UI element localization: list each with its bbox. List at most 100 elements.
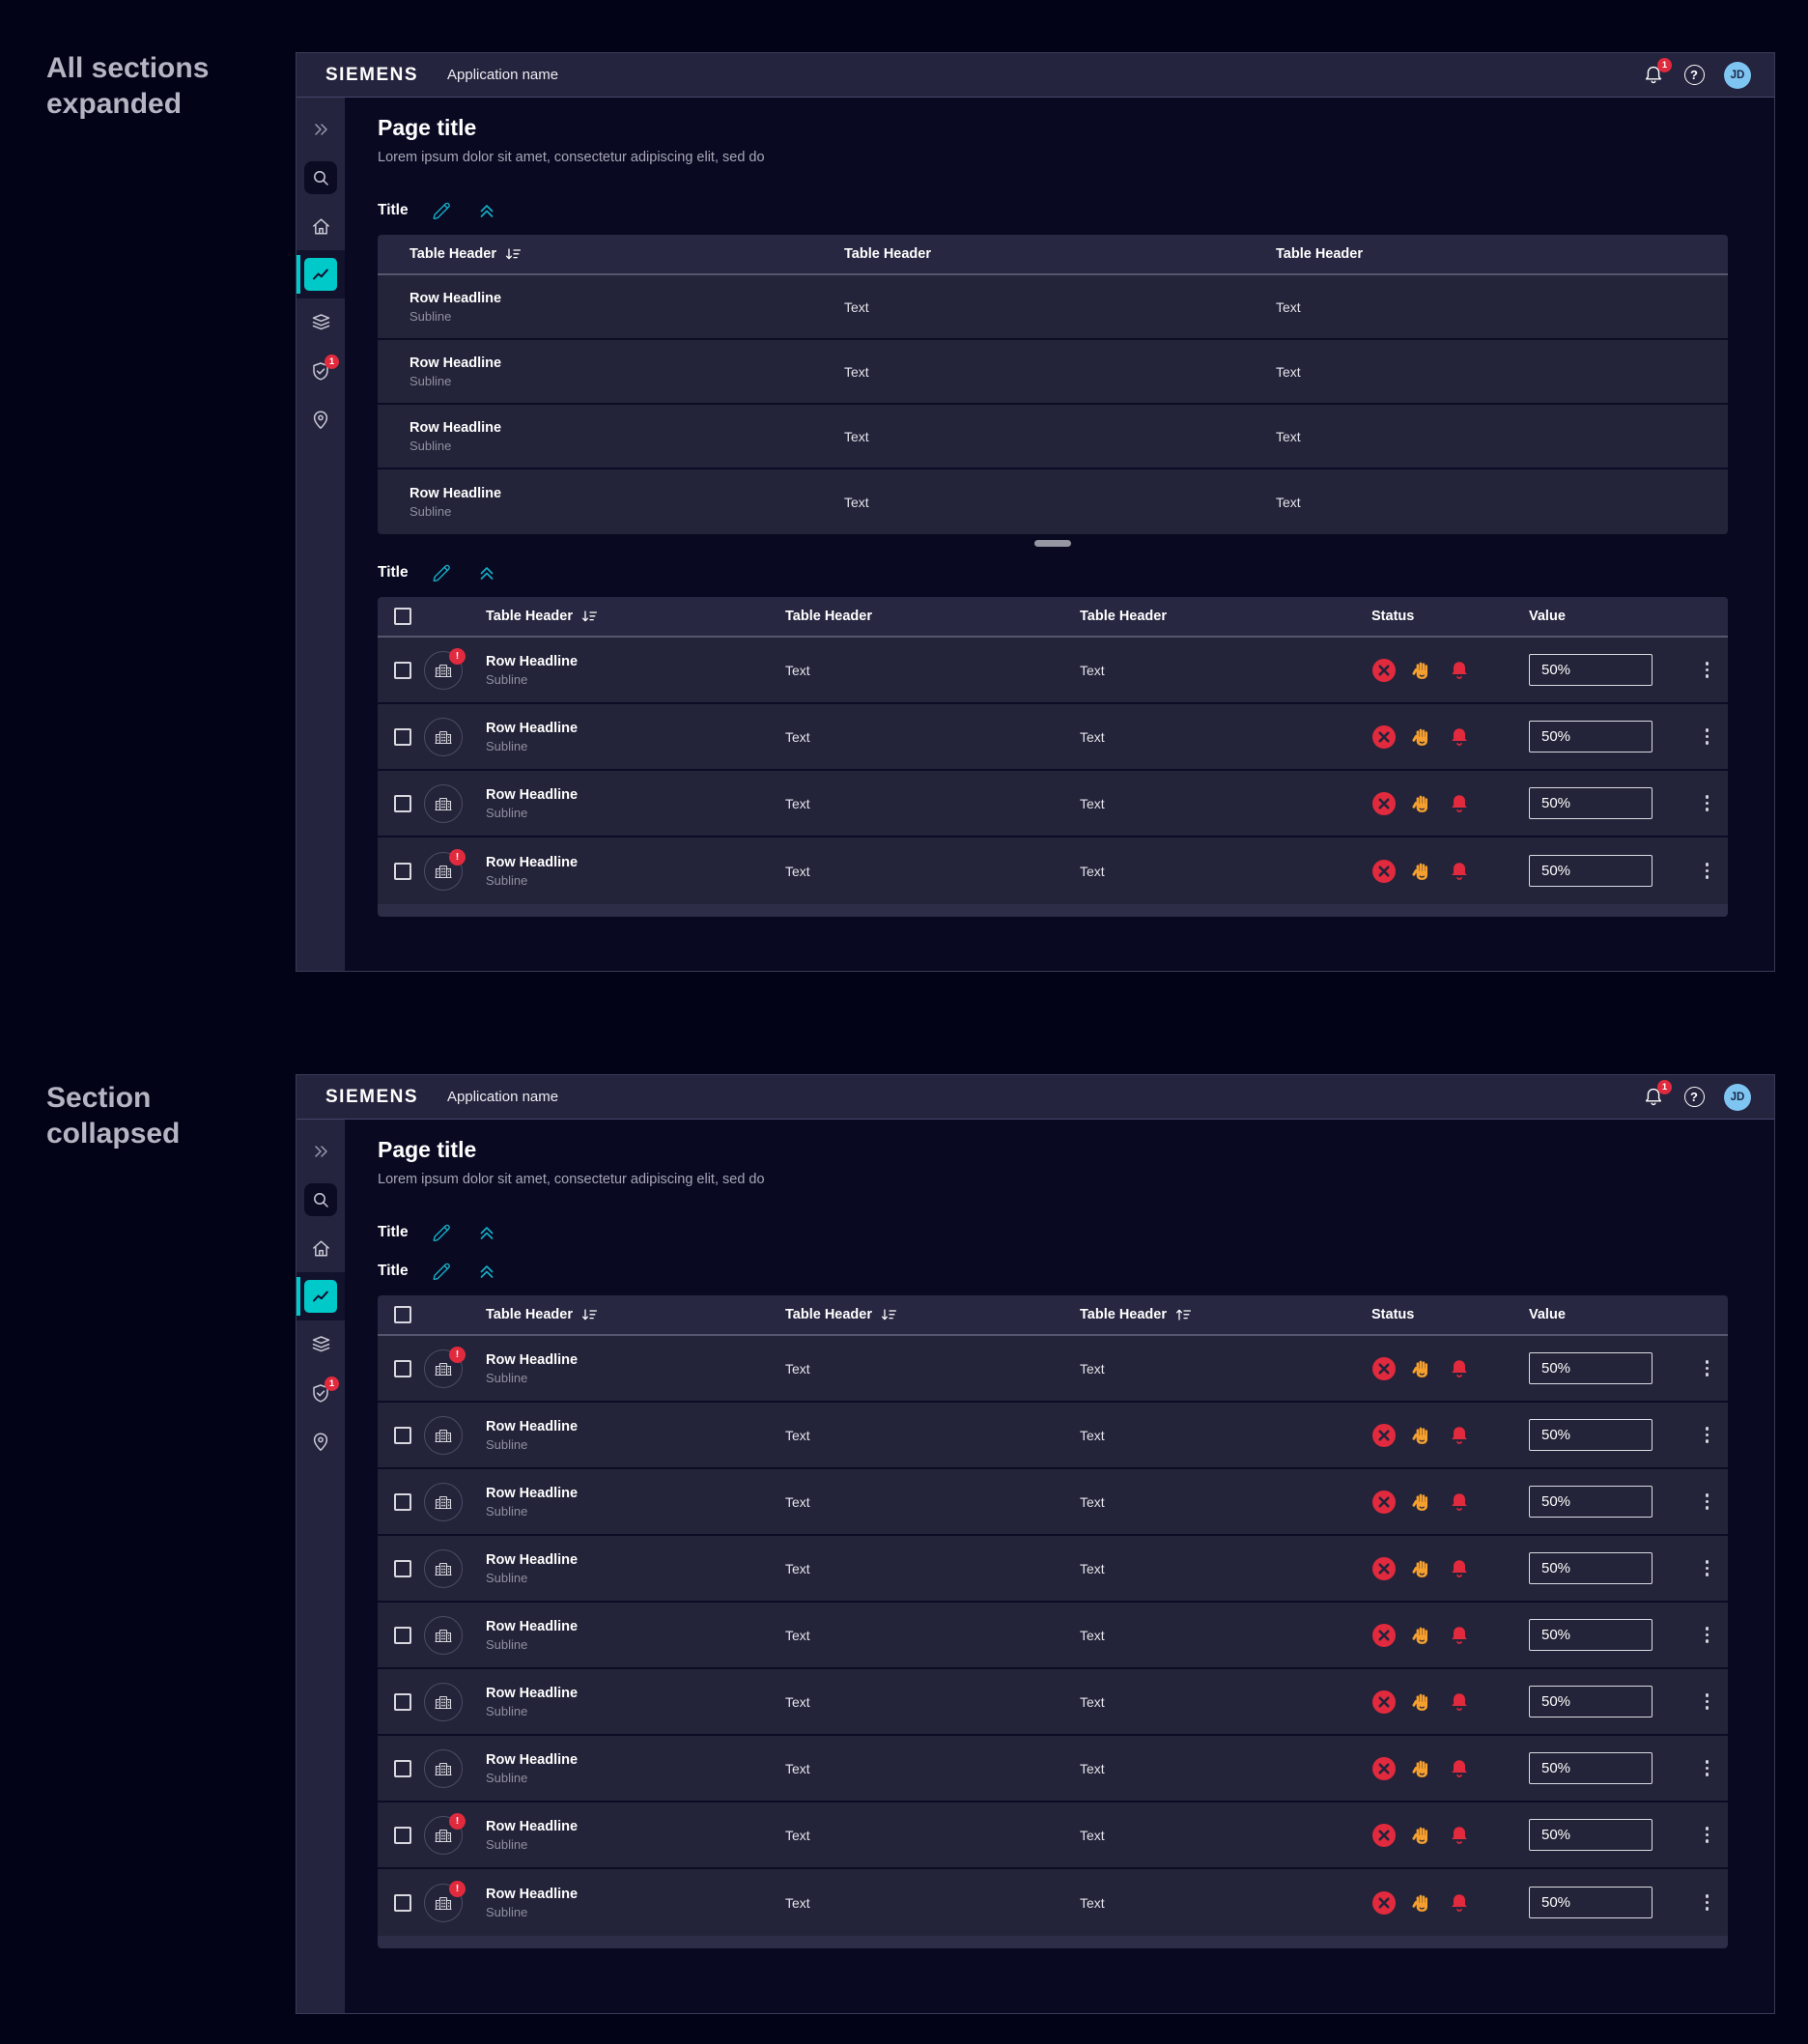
sidebar-item-dashboard[interactable]	[297, 250, 345, 298]
table-header-cell[interactable]: Table Header	[785, 1307, 1080, 1322]
table-row[interactable]: Row Headline Subline Text Text	[378, 469, 1728, 534]
sidebar-expand-button[interactable]	[297, 105, 345, 154]
value-input[interactable]	[1529, 1486, 1653, 1518]
row-checkbox[interactable]	[394, 1826, 411, 1844]
user-avatar-button[interactable]: JD	[1724, 1083, 1751, 1111]
value-input[interactable]	[1529, 855, 1653, 887]
collapse-section-button[interactable]	[476, 200, 497, 221]
table-row[interactable]: Row Headline Subline Text Text	[378, 1736, 1728, 1803]
row-checkbox[interactable]	[394, 862, 411, 880]
kebab-menu-button[interactable]	[1702, 658, 1713, 682]
sidebar-item-locations[interactable]	[297, 1417, 345, 1465]
edit-section-button[interactable]	[432, 200, 453, 221]
sidebar-item-security[interactable]: 1	[297, 347, 345, 395]
table-row[interactable]: Row Headline Subline Text Text	[378, 1469, 1728, 1536]
sidebar-item-layers[interactable]	[297, 1320, 345, 1369]
sidebar-item-home[interactable]	[297, 1224, 345, 1272]
row-checkbox[interactable]	[394, 1692, 411, 1711]
user-avatar-button[interactable]: JD	[1724, 61, 1751, 89]
table-row[interactable]: Row Headline Subline Text Text	[378, 1669, 1728, 1736]
edit-section-button[interactable]	[432, 1222, 453, 1243]
kebab-menu-button[interactable]	[1702, 1823, 1713, 1847]
table-row[interactable]: Row Headline Subline Text Text	[378, 340, 1728, 405]
select-all-checkbox[interactable]	[394, 608, 411, 625]
sidebar-item-home[interactable]	[297, 202, 345, 250]
help-button[interactable]: ?	[1681, 1085, 1707, 1110]
value-input[interactable]	[1529, 1887, 1653, 1918]
kebab-menu-button[interactable]	[1702, 1490, 1713, 1514]
edit-section-button[interactable]	[432, 1261, 453, 1282]
select-all-checkbox[interactable]	[394, 1306, 411, 1323]
table-header-cell[interactable]: Table Header	[486, 609, 785, 624]
value-input[interactable]	[1529, 1819, 1653, 1851]
table-row[interactable]: ! Row Headline Subline Text Text	[378, 1803, 1728, 1869]
table-header-cell[interactable]: Table Header	[785, 609, 1080, 624]
table-header-cell[interactable]: Table Header	[844, 246, 1276, 262]
table-row[interactable]: Row Headline Subline Text Text	[378, 771, 1728, 837]
table-row[interactable]: Row Headline Subline Text Text	[378, 1536, 1728, 1603]
sidebar-item-layers[interactable]	[297, 298, 345, 347]
value-input[interactable]	[1529, 721, 1653, 752]
kebab-menu-button[interactable]	[1702, 1356, 1713, 1380]
value-input[interactable]	[1529, 1352, 1653, 1384]
notification-bell-button[interactable]: 1	[1641, 1079, 1672, 1110]
notification-bell-button[interactable]: 1	[1641, 57, 1672, 88]
table-header-cell[interactable]: Table Header	[378, 246, 844, 262]
row-checkbox[interactable]	[394, 794, 411, 812]
kebab-menu-button[interactable]	[1702, 1689, 1713, 1714]
row-checkbox[interactable]	[394, 1492, 411, 1511]
value-input[interactable]	[1529, 1419, 1653, 1451]
table-header-cell[interactable]: Table Header	[486, 1307, 785, 1322]
kebab-menu-button[interactable]	[1702, 1556, 1713, 1580]
table-horizontal-scrollbar[interactable]	[378, 1936, 1728, 1948]
value-input[interactable]	[1529, 1619, 1653, 1651]
table-row[interactable]: ! Row Headline Subline Text Text	[378, 837, 1728, 904]
kebab-menu-button[interactable]	[1702, 1623, 1713, 1647]
sidebar-expand-button[interactable]	[297, 1127, 345, 1176]
table-row[interactable]: Row Headline Subline Text Text	[378, 275, 1728, 340]
kebab-menu-button[interactable]	[1702, 1890, 1713, 1915]
kebab-menu-button[interactable]	[1702, 724, 1713, 749]
status-column-header[interactable]: Status	[1371, 1307, 1529, 1322]
sidebar-item-locations[interactable]	[297, 395, 345, 443]
value-input[interactable]	[1529, 1686, 1653, 1718]
table-header-cell[interactable]: Table Header	[1080, 1307, 1371, 1322]
help-button[interactable]: ?	[1681, 63, 1707, 88]
collapse-section-button[interactable]	[476, 1222, 497, 1243]
row-checkbox[interactable]	[394, 661, 411, 679]
value-input[interactable]	[1529, 1552, 1653, 1584]
kebab-menu-button[interactable]	[1702, 859, 1713, 883]
table-horizontal-scrollbar[interactable]	[378, 904, 1728, 917]
status-column-header[interactable]: Status	[1371, 609, 1529, 624]
row-checkbox[interactable]	[394, 1626, 411, 1644]
kebab-menu-button[interactable]	[1702, 1756, 1713, 1780]
row-checkbox[interactable]	[394, 1559, 411, 1577]
row-checkbox[interactable]	[394, 1426, 411, 1444]
value-column-header[interactable]: Value	[1529, 609, 1686, 624]
drag-handle[interactable]	[1034, 540, 1071, 547]
kebab-menu-button[interactable]	[1702, 791, 1713, 815]
value-input[interactable]	[1529, 654, 1653, 686]
kebab-menu-button[interactable]	[1702, 1423, 1713, 1447]
row-checkbox[interactable]	[394, 1759, 411, 1777]
row-checkbox[interactable]	[394, 727, 411, 746]
row-checkbox[interactable]	[394, 1359, 411, 1377]
sidebar-item-security[interactable]: 1	[297, 1369, 345, 1417]
sidebar-item-search[interactable]	[297, 1176, 345, 1224]
value-column-header[interactable]: Value	[1529, 1307, 1686, 1322]
table-row[interactable]: ! Row Headline Subline Text Text	[378, 638, 1728, 704]
table-row[interactable]: Row Headline Subline Text Text	[378, 1403, 1728, 1469]
value-input[interactable]	[1529, 1752, 1653, 1784]
table-header-cell[interactable]: Table Header	[1276, 246, 1728, 262]
value-input[interactable]	[1529, 787, 1653, 819]
table-row[interactable]: Row Headline Subline Text Text	[378, 704, 1728, 771]
table-row[interactable]: ! Row Headline Subline Text Text	[378, 1869, 1728, 1936]
sidebar-item-dashboard[interactable]	[297, 1272, 345, 1320]
sidebar-item-search[interactable]	[297, 154, 345, 202]
table-header-cell[interactable]: Table Header	[1080, 609, 1371, 624]
table-row[interactable]: Row Headline Subline Text Text	[378, 405, 1728, 469]
collapse-section-button[interactable]	[476, 562, 497, 583]
collapse-section-button[interactable]	[476, 1261, 497, 1282]
row-checkbox[interactable]	[394, 1893, 411, 1912]
table-row[interactable]: Row Headline Subline Text Text	[378, 1603, 1728, 1669]
